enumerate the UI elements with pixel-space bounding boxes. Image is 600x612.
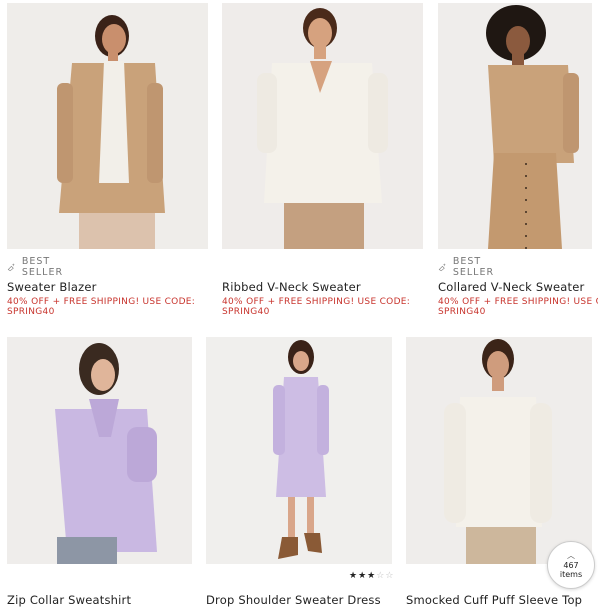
promo-line-1: 40% OFF + FREE SHIPPING! USE CO	[438, 297, 598, 307]
product-photo	[7, 337, 192, 564]
item-count: 467	[563, 561, 579, 570]
star-empty-icon: ☆	[385, 571, 394, 581]
product-image-ribbed-v-neck-sweater[interactable]	[222, 3, 423, 249]
product-image-sweater-blazer[interactable]	[7, 3, 208, 249]
star-filled-icon: ★	[358, 571, 367, 581]
promo-line-2: SPRING40	[438, 307, 486, 317]
product-name[interactable]: Ribbed V-Neck Sweater	[222, 280, 361, 294]
product-image-drop-shoulder-sweater-dress[interactable]	[206, 337, 392, 564]
item-count-unit: items	[559, 570, 583, 579]
sparkle-tag-icon	[438, 263, 446, 272]
star-filled-icon: ★	[349, 571, 358, 581]
promo-line-1: 40% OFF + FREE SHIPPING! USE CODE:	[222, 297, 411, 307]
product-image-zip-collar-sweatshirt[interactable]	[7, 337, 192, 564]
product-image-collared-v-neck-sweater[interactable]	[438, 3, 592, 249]
product-photo	[406, 337, 592, 564]
best-seller-badge: BEST SELLER	[7, 256, 68, 278]
badge-label: BEST SELLER	[452, 256, 495, 278]
badge-label: BEST SELLER	[21, 256, 64, 278]
product-name[interactable]: Drop Shoulder Sweater Dress	[206, 593, 381, 607]
product-name[interactable]: Sweater Blazer	[7, 280, 97, 294]
promo-line-1: 40% OFF + FREE SHIPPING! USE CODE:	[7, 297, 196, 307]
product-photo	[222, 3, 423, 249]
best-seller-badge: BEST SELLER	[438, 256, 499, 278]
product-photo	[206, 337, 392, 564]
sparkle-tag-icon	[7, 263, 15, 272]
rating-stars: ★ ★ ★ ☆ ☆	[349, 572, 393, 581]
star-empty-icon: ☆	[376, 571, 385, 581]
promo-line-2: SPRING40	[7, 307, 55, 317]
promo-line-2: SPRING40	[222, 307, 270, 317]
product-name[interactable]: Smocked Cuff Puff Sleeve Top	[406, 593, 582, 607]
product-photo	[7, 3, 208, 249]
product-photo	[438, 3, 592, 249]
star-filled-icon: ★	[367, 571, 376, 581]
chevron-up-icon: ︿	[567, 551, 575, 560]
product-image-smocked-cuff-puff-sleeve-top[interactable]	[406, 337, 592, 564]
back-to-top-item-count[interactable]: ︿ 467 items	[547, 541, 595, 589]
product-name[interactable]: Zip Collar Sweatshirt	[7, 593, 131, 607]
product-name[interactable]: Collared V-Neck Sweater	[438, 280, 584, 294]
